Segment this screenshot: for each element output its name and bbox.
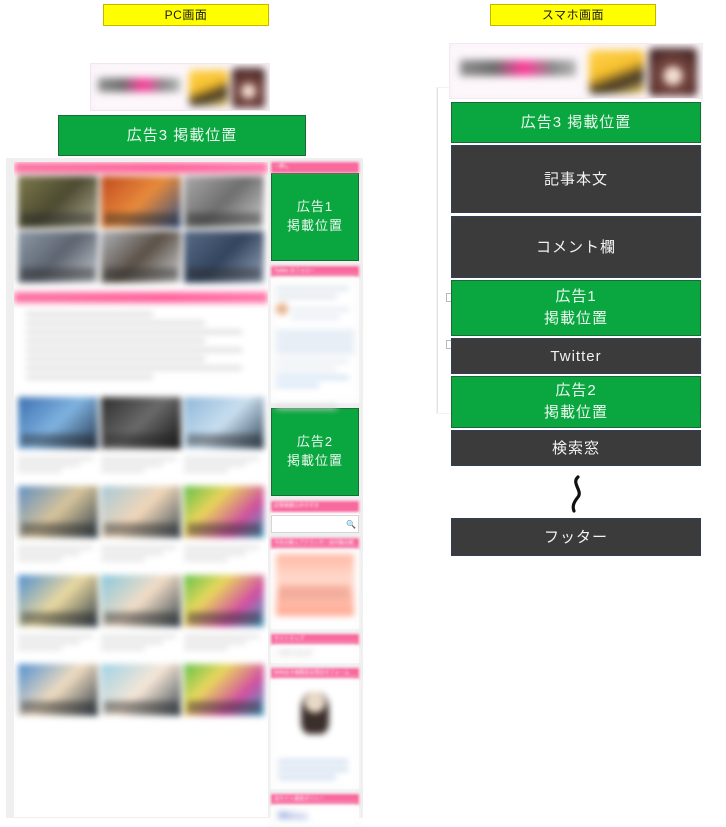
sp-ad1-placement-block[interactable]: 広告1 掲載位置 (451, 280, 701, 336)
pc-sidebar-widget-search: 記事検索ロボ子ずき 🔍 (271, 501, 359, 533)
pc-article-thumb-grid (14, 394, 268, 452)
pc-widget-title: 一押し (271, 162, 359, 173)
sp-footer-label: フッター (543, 528, 608, 546)
pc-thumb-captions (14, 630, 268, 661)
pc-article-list (14, 303, 268, 394)
bullet-icon: ▪ (278, 651, 280, 657)
pc-thumb[interactable] (18, 486, 98, 538)
pc-thumb[interactable] (101, 575, 181, 627)
pc-ad1-label-line2: 掲載位置 (286, 218, 343, 233)
pc-sidebar-widget-twitter: Twitter のフォロー (271, 266, 359, 409)
pc-content-blurred-wrapper (14, 162, 268, 719)
sp-screen-mockup: 広告3 掲載位置 記事本文 コメント欄 広告1 掲載位置 Twitter 広告2… (437, 28, 709, 558)
sp-site-banner-image (449, 43, 703, 99)
pc-thumb[interactable] (101, 664, 181, 716)
pc-widget-title: Twitter のフォロー (271, 266, 359, 277)
sp-ad2-label-line1: 広告2 (555, 382, 597, 400)
sp-footer-block[interactable]: フッター (451, 518, 701, 556)
pc-ad3-label: 広告3 掲載位置 (126, 126, 238, 144)
sp-twitter-block[interactable]: Twitter (451, 338, 701, 374)
pc-thumb[interactable] (18, 176, 98, 228)
pc-thumb[interactable] (184, 664, 264, 716)
pc-sidebar-widget-form: NHKお子様限定お問合せフォーム (271, 668, 359, 789)
pc-site-banner-image (90, 63, 270, 111)
pc-widget-title: 今年の新人アナウンサー全印象比較 (271, 538, 359, 549)
pc-thumb[interactable] (18, 664, 98, 716)
pc-thumb[interactable] (101, 231, 181, 283)
pc-article-thumb-grid (14, 173, 268, 286)
pc-ad1-label-line1: 広告1 (296, 199, 334, 215)
pc-sidebar-widget-ad1: 一押し 広告1 掲載位置 (271, 162, 359, 261)
pc-thumb-captions (14, 541, 268, 572)
pc-sidebar-widget-sitemap: サイトマップ ▪ サイトマップ (271, 634, 359, 663)
pc-form-thumbnail[interactable] (271, 679, 359, 789)
sp-ad1-label-line2: 掲載位置 (543, 310, 608, 327)
pc-sidebar-search-box[interactable]: 🔍 (271, 515, 359, 533)
pc-sidebar-widget-policy: 当サイト運営ポリシー 運営ポリシー (271, 794, 359, 827)
pc-ad2-label-line1: 広告2 (296, 434, 334, 450)
pc-thumb[interactable] (18, 397, 98, 449)
pc-thumb[interactable] (184, 486, 264, 538)
sp-ad2-label-line2: 掲載位置 (543, 404, 608, 421)
pc-twitter-embed[interactable] (271, 277, 359, 409)
pc-thumb[interactable] (101, 176, 181, 228)
pc-ad3-placement-block[interactable]: 広告3 掲載位置 (58, 115, 306, 156)
sp-ad2-placement-block[interactable]: 広告2 掲載位置 (451, 376, 701, 428)
pc-article-thumb-grid (14, 661, 268, 719)
pc-widget-title: 当サイト運営ポリシー (271, 794, 359, 805)
wavy-continuation-icon (451, 472, 701, 516)
sp-article-label: 記事本文 (543, 170, 608, 188)
sp-twitter-label: Twitter (550, 347, 602, 365)
pc-thumb[interactable] (184, 176, 264, 228)
pc-ad2-placement-block[interactable]: 広告2 掲載位置 (271, 408, 359, 496)
sp-ad3-placement-block[interactable]: 広告3 掲載位置 (451, 102, 701, 143)
pc-search-input[interactable] (272, 516, 344, 532)
pc-section-heading-bar (14, 292, 268, 303)
pc-sidebar-widget-ad2: 広告2 掲載位置 (271, 408, 359, 496)
pc-screen-caption: PC画面 (103, 4, 269, 26)
sp-article-body-block[interactable]: 記事本文 (451, 145, 701, 213)
pc-section-heading-bar (14, 162, 268, 173)
sp-ad1-label-line1: 広告1 (555, 288, 597, 306)
pc-thumb[interactable] (18, 231, 98, 283)
pc-widget-title: 記事検索ロボ子ずき (271, 501, 359, 512)
sp-screen-caption: スマホ画面 (490, 4, 656, 26)
pc-sidebar-widget-feature: 今年の新人アナウンサー全印象比較 (271, 538, 359, 629)
pc-policy-link[interactable]: 運営ポリシー (271, 805, 359, 827)
pc-widget-title: サイトマップ (271, 634, 359, 645)
pc-thumb[interactable] (184, 575, 264, 627)
search-icon[interactable]: 🔍 (344, 520, 358, 529)
pc-main-content-column (14, 162, 268, 817)
pc-widget-title: NHKお子様限定お問合せフォーム (271, 668, 359, 679)
pc-thumb[interactable] (18, 575, 98, 627)
sp-comment-label: コメント欄 (535, 238, 616, 256)
pc-sidebar: 一押し 広告1 掲載位置 Twitter のフォロー 広告2 掲載位置 記事検索… (271, 162, 359, 827)
pc-page-canvas: 一押し 広告1 掲載位置 Twitter のフォロー 広告2 掲載位置 記事検索… (6, 158, 363, 827)
sp-ad3-label: 広告3 掲載位置 (520, 113, 632, 131)
sp-search-label: 検索窓 (551, 439, 600, 457)
pc-ad1-placement-block[interactable]: 広告1 掲載位置 (271, 173, 359, 261)
pc-thumb[interactable] (101, 486, 181, 538)
pc-thumb[interactable] (184, 397, 264, 449)
pc-feature-thumbnail[interactable] (271, 549, 359, 629)
pc-article-thumb-grid (14, 572, 268, 630)
pc-article-thumb-grid (14, 483, 268, 541)
pc-ad2-label-line2: 掲載位置 (286, 453, 343, 468)
pc-thumb[interactable] (101, 397, 181, 449)
pc-thumb[interactable] (184, 231, 264, 283)
sp-comment-section-block[interactable]: コメント欄 (451, 216, 701, 278)
sp-search-box-block[interactable]: 検索窓 (451, 430, 701, 466)
pc-screen-mockup: 広告3 掲載位置 一押し 広告1 掲載位置 Twitter のフォロー 広告2 … (0, 28, 372, 827)
pc-thumb-captions (14, 452, 268, 483)
pc-sitemap-link[interactable]: ▪ サイトマップ (271, 645, 359, 663)
